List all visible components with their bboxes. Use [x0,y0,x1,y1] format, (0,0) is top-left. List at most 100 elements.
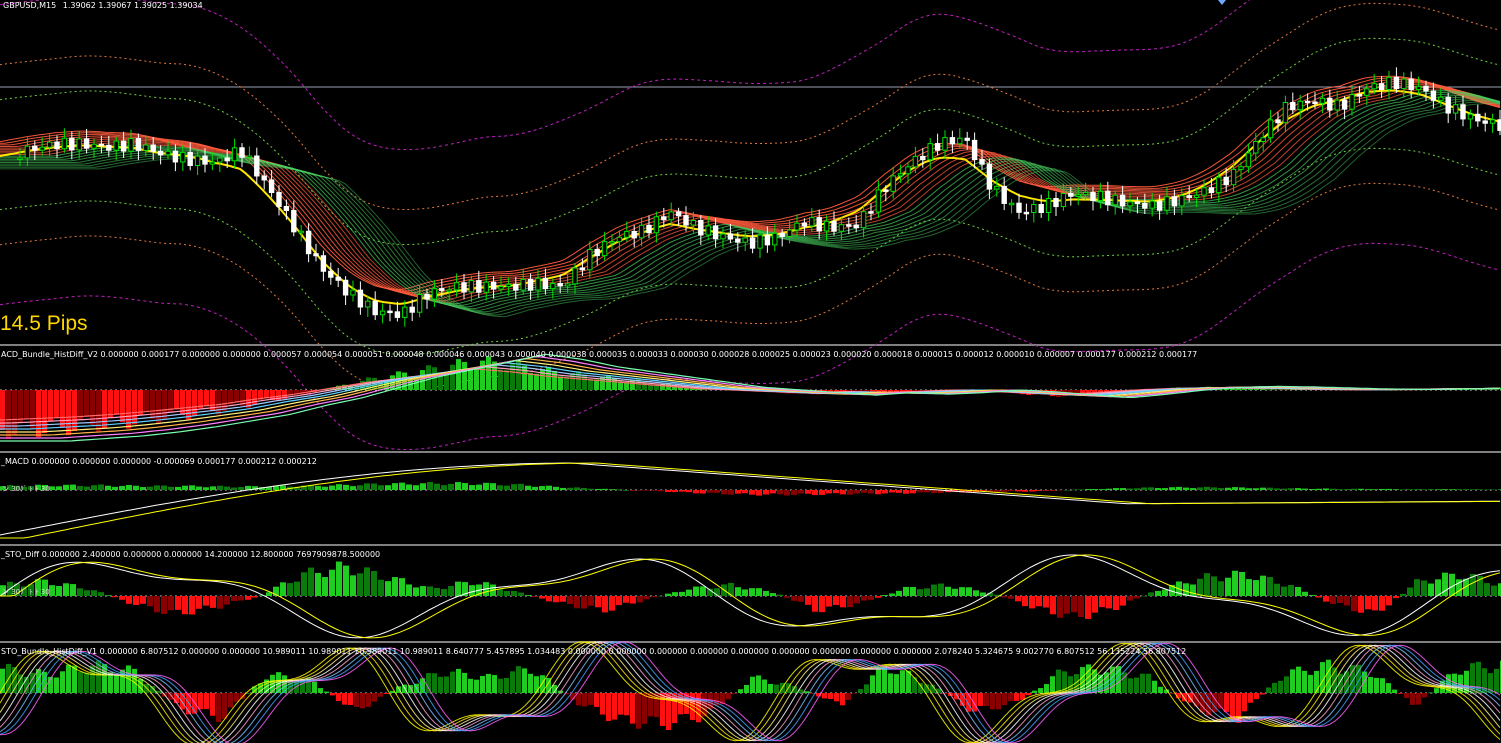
candle-body [476,280,482,293]
macd-bar [1421,489,1427,490]
candle-body [1415,85,1422,91]
macd-bar [693,490,699,494]
macd-bar [819,490,825,495]
sto-bundle-bar [1134,677,1139,693]
sto-diff-bar [882,595,888,596]
sto-diff-bar [658,595,664,597]
sto-diff-bar [455,581,461,596]
sto-bundle-bar [456,668,461,693]
sto-diff-bar [175,596,181,610]
ma-bundle-line [0,98,1501,313]
sto-bundle-bar [378,693,383,697]
sto-bundle-bar [750,676,755,693]
sto-diff-bar [525,595,531,596]
sto-diff-bar [378,579,384,596]
sto-diff-bar [182,596,188,615]
candle-body [727,233,734,240]
sto-diff-bar [931,584,937,596]
macd-bar [847,490,853,495]
macd-bar [413,485,419,490]
sto-bundle-bar [1494,668,1499,693]
pips-label: 14.5 Pips [0,312,88,335]
sto-bundle-bar [1242,693,1247,712]
sto-bundle-bar [600,693,605,715]
macd-bundle-bar [564,376,569,390]
macd-bar [126,484,132,490]
macd-bar [1302,488,1308,490]
candle-body [720,233,726,240]
macd-bar [1085,488,1091,490]
sto-bundle-bar [768,683,773,693]
candle-body [1401,78,1407,90]
sto-diff-bar [560,596,566,602]
candle-body [1156,200,1163,211]
candle-body [1134,201,1141,204]
sto-diff-bar [280,582,286,596]
sto-bundle-bar [882,665,887,693]
sto-diff-bar [826,596,832,607]
macd-bar [91,485,97,490]
candle-body [172,150,179,163]
macd-bar [1148,487,1154,490]
macd-bundle-bar [222,390,227,412]
candle-body [683,215,689,226]
sto-diff-bar [224,596,230,605]
macd-bar [1071,489,1077,491]
sto-bundle-bar [342,693,347,705]
sto-diff-bar [1204,573,1210,596]
macd-bundle-bar [114,390,119,415]
macd-bundle-bar [102,390,107,429]
sto-diff-bar [1316,596,1322,598]
macd-bar [1253,488,1259,490]
sto-diff-bar [84,590,90,596]
candle-body [446,289,452,292]
candle-body [143,144,149,151]
macd-bar [539,486,545,490]
trading-chart[interactable]: GBPUSD,M15 1.39062 1.39067 1.39025 1.390… [0,0,1501,743]
sto-diff-bar [315,572,321,596]
candle-body [128,137,134,152]
sto-bundle-bar [1128,678,1133,693]
macd-bar [763,490,769,495]
sto-diff-bar [1260,575,1266,596]
macd-bar [588,488,594,490]
macd-bar [504,485,510,490]
candle-body [801,222,808,227]
macd-bar [329,485,335,490]
sto-diff-bar [749,588,755,596]
macd-bar [70,484,76,490]
sto-diff-bar [1372,596,1378,611]
candle-body [150,144,156,152]
sto-diff-bar [1071,596,1077,613]
sto-diff-bar [105,595,111,596]
macd-bar [1442,489,1448,490]
macd-bar [434,483,440,490]
sto-bundle-bar [354,693,359,707]
macd-bar [1155,488,1161,490]
candle-body [305,230,312,255]
sto-bundle-bar [1254,693,1259,700]
candle-body [231,147,238,162]
sto-bundle-bar [1380,678,1385,693]
sto-diff-bar [1099,596,1105,608]
sto-diff-bar [252,596,258,598]
sto-diff-bar [1050,596,1056,615]
macd-bundle-bar [78,390,83,421]
sto-diff-bar [1484,583,1490,596]
sto-diff-bar [189,596,195,615]
macd-bar [777,490,783,495]
sto-bundle-bar [498,678,503,693]
sto-bundle-bar [1170,693,1175,694]
sto-diff-bar [413,587,419,596]
macd-bar [721,490,727,495]
sto-diff-bar [1022,596,1028,607]
macd-bundle-bar [204,390,209,407]
macd-bar [581,487,587,490]
macd-bar [483,482,489,490]
candle-body [1230,168,1237,186]
macd-bar [1449,489,1455,490]
macd-bar [1239,487,1245,490]
chart-canvas[interactable] [0,0,1501,743]
candle-body [1260,137,1266,142]
macd-bundle-bar [42,390,47,434]
